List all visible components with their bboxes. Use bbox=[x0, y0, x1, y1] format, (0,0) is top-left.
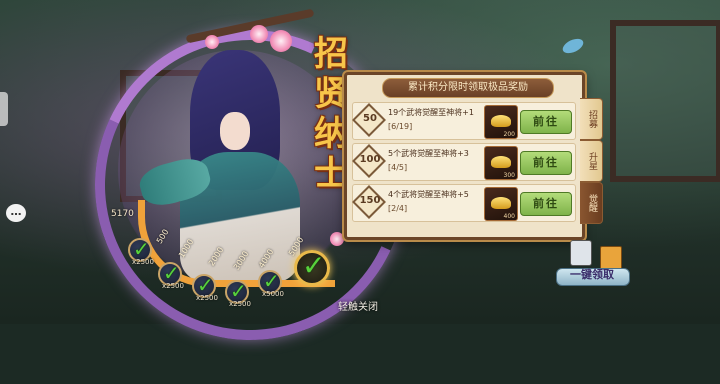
current-score: 5170 bbox=[111, 209, 134, 219]
go-button[interactable]: 前往 bbox=[520, 151, 572, 175]
blossom-icon bbox=[250, 25, 268, 43]
reward-row: 50 19个武将觉醒至神将+1 [6/19] 200 前往 bbox=[352, 102, 576, 140]
tab-awaken[interactable]: 觉醒 bbox=[580, 182, 603, 224]
task-description: 5个武将觉醒至神将+3 bbox=[388, 149, 469, 158]
go-button[interactable]: 前往 bbox=[520, 192, 572, 216]
golden-shoe-icon bbox=[491, 156, 511, 168]
reward-row: 100 5个武将觉醒至神将+3 [4/5] 300 前往 bbox=[352, 143, 576, 181]
title-char: 招 bbox=[314, 34, 348, 74]
golden-shoe-icon bbox=[491, 115, 511, 127]
item-count: 200 bbox=[503, 131, 515, 138]
side-handle[interactable] bbox=[0, 92, 8, 126]
reward-item[interactable]: 400 bbox=[484, 187, 518, 221]
reward-label: x2500 bbox=[229, 300, 251, 308]
item-count: 300 bbox=[503, 172, 515, 179]
chat-bubble-icon[interactable]: … bbox=[6, 204, 26, 222]
task-progress: [6/19] bbox=[388, 122, 413, 131]
panel-header: 累计积分限时领取极品奖励 bbox=[382, 78, 554, 98]
reward-label: x5000 bbox=[262, 290, 284, 298]
item-count: 400 bbox=[503, 213, 515, 220]
reward-label: x2500 bbox=[162, 282, 184, 290]
reward-label: x2500 bbox=[196, 294, 218, 302]
task-description: 4个武将觉醒至神将+5 bbox=[388, 190, 469, 199]
golden-shoe-icon bbox=[491, 197, 511, 209]
points-value: 50 bbox=[363, 113, 377, 124]
tab-recruit[interactable]: 招募 bbox=[580, 98, 603, 140]
claim-all-button[interactable]: 一键领取 bbox=[556, 240, 630, 298]
tab-star-up[interactable]: 升星 bbox=[580, 140, 603, 182]
claim-all-label: 一键领取 bbox=[570, 268, 614, 281]
reward-label: x2500 bbox=[132, 258, 154, 266]
go-button[interactable]: 前往 bbox=[520, 110, 572, 134]
reward-row: 150 4个武将觉醒至神将+5 [2/4] 400 前往 bbox=[352, 184, 576, 222]
tap-to-close[interactable]: 轻触关闭 bbox=[338, 298, 378, 313]
task-progress: [4/5] bbox=[388, 163, 408, 172]
task-progress: [2/4] bbox=[388, 204, 408, 213]
reward-node-final[interactable]: ✓ bbox=[294, 249, 330, 286]
check-icon: ✓ bbox=[302, 249, 326, 282]
points-value: 100 bbox=[359, 154, 381, 165]
task-description: 19个武将觉醒至神将+1 bbox=[388, 108, 474, 117]
reward-item[interactable]: 300 bbox=[484, 146, 518, 180]
hero-face bbox=[220, 112, 250, 150]
reward-item[interactable]: 200 bbox=[484, 105, 518, 139]
robot-icon bbox=[570, 240, 592, 266]
points-value: 150 bbox=[359, 195, 381, 206]
background-window-right bbox=[610, 20, 720, 182]
